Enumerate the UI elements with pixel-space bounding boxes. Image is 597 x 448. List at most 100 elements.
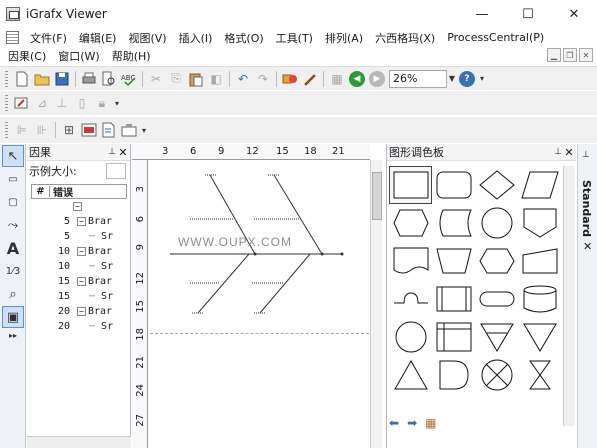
cause-row[interactable]: 10− Brar — [31, 244, 127, 259]
print-preview-icon[interactable] — [99, 69, 119, 89]
stored-data-shape-icon[interactable] — [432, 204, 475, 242]
cause-row[interactable]: 15 ⋯ Sr — [31, 289, 127, 304]
rounded-rectangle-tool-icon[interactable]: ▢ — [2, 191, 24, 213]
scrollbar-thumb[interactable] — [372, 172, 382, 220]
menu-process-central[interactable]: ProcessCentral(P) — [441, 31, 550, 44]
print-icon[interactable] — [79, 69, 99, 89]
paste-icon[interactable] — [186, 69, 206, 89]
next-arrow-icon[interactable]: ➡ — [407, 416, 417, 430]
spell-check-icon[interactable]: ABC — [119, 69, 139, 89]
zoom-dropdown-arrow-icon[interactable]: ▼ — [447, 74, 457, 83]
diamond-shape-icon[interactable] — [475, 166, 518, 204]
pin-icon[interactable]: ⊥ — [108, 147, 116, 157]
rectangle-shape-icon[interactable] — [389, 166, 432, 204]
toolbar-options-icon[interactable]: ▾ — [477, 74, 487, 83]
cause-row[interactable]: 5− Brar — [31, 214, 127, 229]
cut-icon[interactable]: ✂ — [146, 69, 166, 89]
menu-format[interactable]: 格式(O) — [218, 30, 269, 46]
back-icon[interactable]: ◀ — [349, 70, 365, 87]
menu-view[interactable]: 视图(V) — [122, 30, 172, 46]
help-icon[interactable]: ? — [459, 70, 475, 87]
triangle-shape-icon[interactable] — [389, 356, 432, 394]
toolbar-options-icon[interactable]: ▾ — [139, 126, 149, 135]
collapse-icon[interactable]: − — [77, 246, 86, 256]
menu-tools[interactable]: 工具(T) — [270, 30, 319, 46]
document-shape-icon[interactable] — [389, 242, 432, 280]
connector-shape-icon[interactable] — [389, 318, 432, 356]
save-icon[interactable] — [52, 69, 72, 89]
menu-six-sigma[interactable]: 六西格玛(X) — [369, 30, 441, 46]
rectangle-tool-icon[interactable]: ▭ — [2, 168, 24, 190]
grid-icon[interactable]: ▦ — [327, 69, 347, 89]
rounded-rectangle-shape-icon[interactable] — [432, 166, 475, 204]
hexagon-shape-icon[interactable] — [475, 242, 518, 280]
more-tools-icon[interactable]: ▸▸ — [2, 329, 24, 341]
undo-icon[interactable]: ↶ — [233, 69, 253, 89]
numbering-tool-icon[interactable]: 1⁄3 — [2, 260, 24, 282]
properties-icon[interactable] — [99, 120, 119, 140]
new-icon[interactable] — [12, 69, 32, 89]
redo-icon[interactable]: ↷ — [253, 69, 273, 89]
text-tool-icon[interactable]: A — [2, 237, 24, 259]
edit-diagram-icon[interactable] — [12, 93, 32, 113]
menu-window[interactable]: 窗口(W) — [52, 48, 105, 64]
collapse-icon[interactable]: − — [73, 201, 82, 211]
layout-icon[interactable] — [119, 120, 139, 140]
sample-size-input[interactable] — [106, 163, 126, 179]
close-button[interactable]: ✕ — [551, 0, 597, 28]
palette-library-icon[interactable]: ▦ — [425, 416, 436, 430]
open-folder-icon[interactable] — [32, 69, 52, 89]
report-icon[interactable] — [79, 120, 99, 140]
toolbar-grip[interactable] — [5, 95, 8, 111]
diagram-page[interactable]: WWW.OUPX.COM — [150, 161, 369, 448]
distribute-icon[interactable]: ⊞ — [59, 120, 79, 140]
pen-icon[interactable] — [300, 69, 320, 89]
chart-icon[interactable]: ⊿ — [32, 93, 52, 113]
menu-edit[interactable]: 编辑(E) — [73, 30, 123, 46]
close-panel-icon[interactable]: ✕ — [562, 146, 576, 159]
palette-scrollbar[interactable] — [563, 166, 575, 426]
pin-icon[interactable]: ⊥ — [582, 150, 590, 160]
cause-row[interactable]: 20 ⋯ Sr — [31, 319, 127, 334]
frame-tool-icon[interactable]: ▣ — [2, 306, 24, 328]
connector-tool-icon[interactable]: ⤳ — [2, 214, 24, 236]
doc-restore-button[interactable]: ❐ — [563, 48, 577, 62]
predefined-process-shape-icon[interactable] — [432, 280, 475, 318]
document-icon[interactable] — [6, 31, 19, 44]
cause-row[interactable]: 20− Brar — [31, 304, 127, 319]
standard-side-tab[interactable]: ⊥ Standard ✕ — [577, 144, 597, 448]
parallelogram-shape-icon[interactable] — [518, 166, 561, 204]
preparation-shape-icon[interactable] — [389, 204, 432, 242]
cause-row[interactable]: 10 ⋯ Sr — [31, 259, 127, 274]
database-shape-icon[interactable] — [518, 280, 561, 318]
collate-shape-icon[interactable] — [518, 356, 561, 394]
menu-cause[interactable]: 因果(C) — [0, 48, 52, 64]
circle-shape-icon[interactable] — [475, 204, 518, 242]
menu-help[interactable]: 帮助(H) — [106, 48, 157, 64]
cause-panel-scrollbar[interactable] — [27, 436, 131, 448]
menu-arrange[interactable]: 排列(A) — [319, 30, 369, 46]
canvas-vertical-scrollbar[interactable] — [370, 160, 382, 448]
toolbar-grip[interactable] — [5, 122, 8, 138]
hierarchy-icon[interactable]: ⊥ — [52, 93, 72, 113]
maximize-button[interactable]: ☐ — [505, 0, 551, 28]
minimize-button[interactable]: — — [459, 0, 505, 28]
extract-triangle-shape-icon[interactable] — [518, 318, 561, 356]
collapse-icon[interactable]: − — [77, 306, 86, 316]
menu-insert[interactable]: 插入(I) — [173, 30, 219, 46]
zoom-combobox[interactable]: 26% — [389, 69, 447, 88]
manual-operation-shape-icon[interactable] — [432, 242, 475, 280]
menu-file[interactable]: 文件(F) — [24, 30, 73, 46]
align-left-icon[interactable]: ⊫ — [12, 120, 32, 140]
align-right-icon[interactable]: ⊪ — [32, 120, 52, 140]
pin-icon[interactable]: ⊥ — [554, 147, 562, 157]
doc-minimize-button[interactable]: ▁ — [547, 48, 561, 62]
summing-junction-shape-icon[interactable] — [475, 356, 518, 394]
terminator-shape-icon[interactable] — [475, 280, 518, 318]
manual-input-shape-icon[interactable] — [518, 242, 561, 280]
cause-row[interactable]: 5 ⋯ Sr — [31, 229, 127, 244]
format-painter-icon[interactable]: ◧ — [206, 69, 226, 89]
page-icon[interactable]: ▯ — [72, 93, 92, 113]
pointer-tool-icon[interactable]: ↖ — [2, 145, 24, 167]
collapse-icon[interactable]: − — [77, 276, 86, 286]
